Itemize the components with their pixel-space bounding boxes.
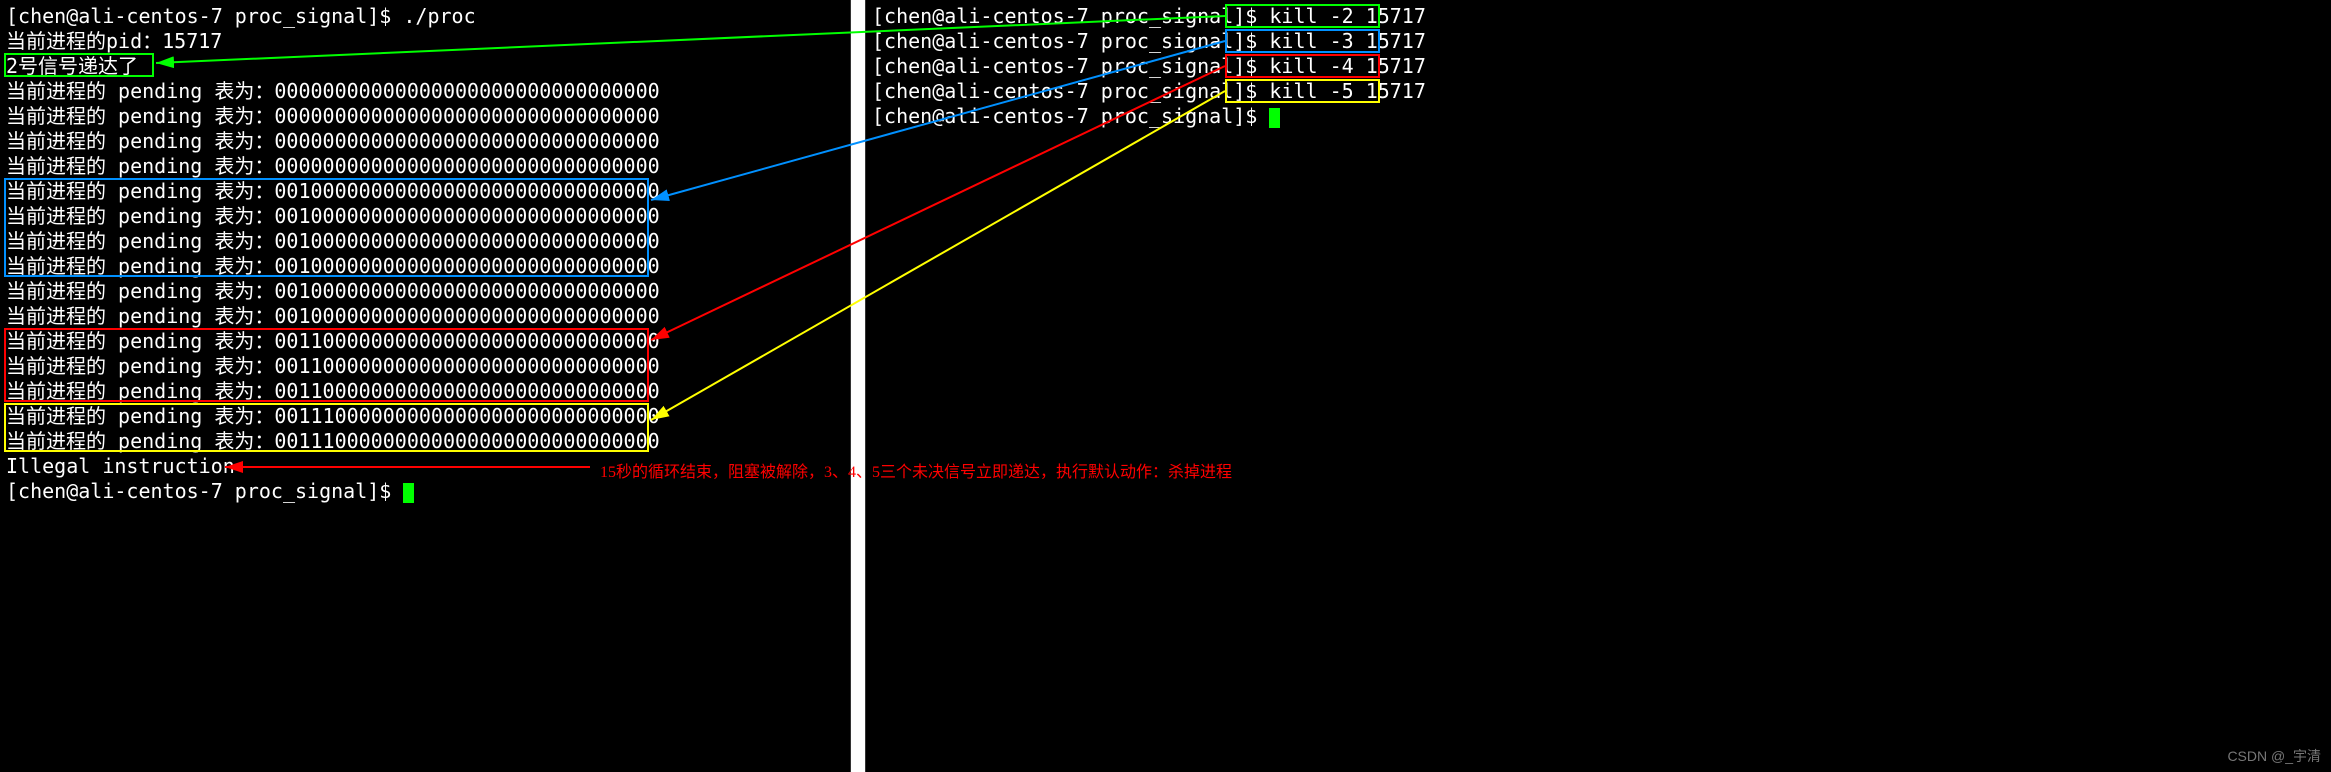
output-pending: 当前进程的 pending 表为：00100000000000000000000… (6, 304, 844, 329)
output-pending: 当前进程的 pending 表为：00100000000000000000000… (6, 229, 844, 254)
terminal-container: [chen@ali-centos-7 proc_signal]$ ./proc … (0, 0, 2331, 772)
output-pending: 当前进程的 pending 表为：00100000000000000000000… (6, 204, 844, 229)
prompt-line: [chen@ali-centos-7 proc_signal]$ (872, 104, 2325, 129)
output-pending: 当前进程的 pending 表为：00110000000000000000000… (6, 354, 844, 379)
command: kill -4 15717 (1269, 54, 1426, 78)
watermark: CSDN @_宇清 (2227, 746, 2321, 766)
prompt: [chen@ali-centos-7 proc_signal]$ (6, 479, 391, 503)
output-signal2: 2号信号递达了 (6, 54, 844, 79)
left-terminal[interactable]: [chen@ali-centos-7 proc_signal]$ ./proc … (0, 0, 850, 772)
cursor[interactable] (403, 483, 414, 503)
prompt-line: [chen@ali-centos-7 proc_signal]$ kill -3… (872, 29, 2325, 54)
command: kill -2 15717 (1269, 4, 1426, 28)
prompt-line: [chen@ali-centos-7 proc_signal]$ kill -2… (872, 4, 2325, 29)
prompt: [chen@ali-centos-7 proc_signal]$ (872, 79, 1257, 103)
prompt-line: [chen@ali-centos-7 proc_signal]$ kill -5… (872, 79, 2325, 104)
prompt: [chen@ali-centos-7 proc_signal]$ (872, 4, 1257, 28)
output-pending: 当前进程的 pending 表为：00000000000000000000000… (6, 104, 844, 129)
command: kill -5 15717 (1269, 79, 1426, 103)
prompt-line: [chen@ali-centos-7 proc_signal]$ ./proc (6, 4, 844, 29)
cursor[interactable] (1269, 108, 1280, 128)
command: kill -3 15717 (1269, 29, 1426, 53)
prompt: [chen@ali-centos-7 proc_signal]$ (872, 29, 1257, 53)
output-pending: 当前进程的 pending 表为：00000000000000000000000… (6, 154, 844, 179)
output-pending: 当前进程的 pending 表为：00000000000000000000000… (6, 79, 844, 104)
prompt: [chen@ali-centos-7 proc_signal]$ (872, 54, 1257, 78)
output-pending: 当前进程的 pending 表为：00111000000000000000000… (6, 404, 844, 429)
right-terminal[interactable]: [chen@ali-centos-7 proc_signal]$ kill -2… (866, 0, 2331, 772)
command: ./proc (403, 4, 475, 28)
prompt-line: [chen@ali-centos-7 proc_signal]$ (6, 479, 844, 504)
output-pending: 当前进程的 pending 表为：00100000000000000000000… (6, 179, 844, 204)
output-pending: 当前进程的 pending 表为：00000000000000000000000… (6, 129, 844, 154)
output-pending: 当前进程的 pending 表为：00100000000000000000000… (6, 254, 844, 279)
output-pending: 当前进程的 pending 表为：00110000000000000000000… (6, 329, 844, 354)
pane-separator[interactable] (850, 0, 866, 772)
output-pending: 当前进程的 pending 表为：00111000000000000000000… (6, 429, 844, 454)
prompt: [chen@ali-centos-7 proc_signal]$ (6, 4, 391, 28)
output-pending: 当前进程的 pending 表为：00100000000000000000000… (6, 279, 844, 304)
output-pid: 当前进程的pid：15717 (6, 29, 844, 54)
prompt: [chen@ali-centos-7 proc_signal]$ (872, 104, 1257, 128)
prompt-line: [chen@ali-centos-7 proc_signal]$ kill -4… (872, 54, 2325, 79)
annotation-text: 15秒的循环结束，阻塞被解除，3、4、5三个未决信号立即递达，执行默认动作：杀掉… (600, 458, 1232, 482)
output-pending: 当前进程的 pending 表为：00110000000000000000000… (6, 379, 844, 404)
